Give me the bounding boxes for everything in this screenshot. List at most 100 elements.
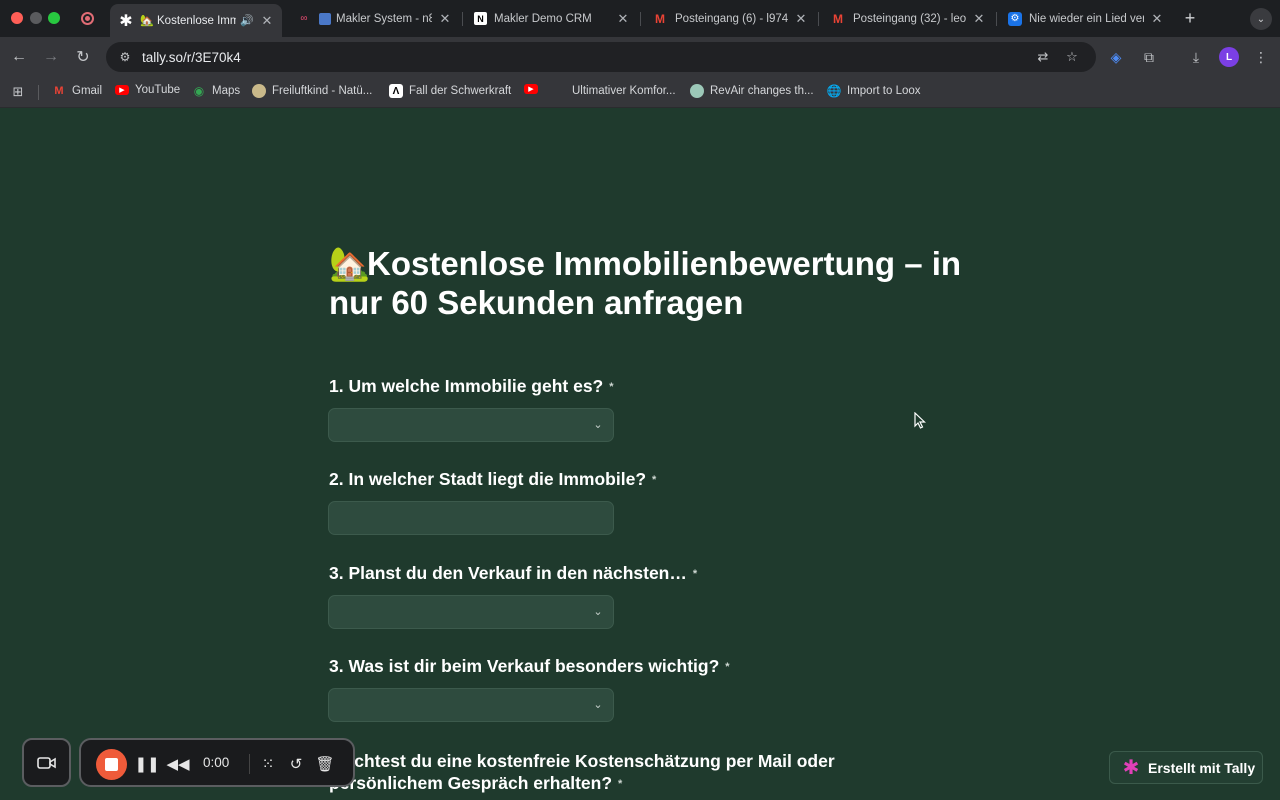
close-tab-icon[interactable]: ✕ [1150, 11, 1164, 27]
blank-icon [552, 84, 566, 98]
tab-kostenlose[interactable]: ✱ 🏡 Kostenlose Imm 🔊 ✕ [110, 4, 282, 37]
bookmark-label: YouTube [135, 84, 181, 96]
close-tab-icon[interactable]: ✕ [794, 11, 808, 27]
bookmark-label: Fall der Schwerkraft [409, 85, 512, 97]
trash-icon[interactable]: 🗑 [315, 754, 335, 774]
extension-icon[interactable]: ◈ [1106, 47, 1126, 67]
gear-icon: ⚙ [1008, 11, 1022, 26]
bookmark-gmail[interactable]: M Gmail [52, 84, 102, 98]
close-tab-icon[interactable]: ✕ [438, 11, 452, 27]
tab-posteingang-6[interactable]: M Posteingang (6) - l974 ✕ [644, 4, 816, 33]
tab-separator [640, 12, 641, 26]
tab-strip: ✱ 🏡 Kostenlose Imm 🔊 ✕ ∞ Makler System -… [0, 0, 1280, 37]
freiluftkind-icon [252, 84, 266, 98]
address-url[interactable]: tally.so/r/3E70k4 [142, 50, 241, 65]
revair-icon [690, 84, 704, 98]
tab-makler-demo-crm[interactable]: N Makler Demo CRM ✕ [466, 4, 638, 33]
speaker-icon[interactable]: 🔊 [240, 14, 254, 27]
recorder-controls: ❚❚ ◀◀ 0:00 ⁙ ↺ 🗑 [79, 738, 355, 787]
bookmark-freiluftkind[interactable]: Freiluftkind - Natü... [252, 84, 372, 98]
minimize-window-button[interactable] [30, 12, 42, 24]
property-type-select[interactable]: ⌄ [328, 408, 614, 442]
chevron-down-icon: ⌄ [593, 418, 603, 431]
required-mark: * [725, 661, 730, 674]
made-with-tally-badge[interactable]: ✱ Erstellt mit Tally [1109, 751, 1263, 784]
maps-icon: ◉ [193, 84, 205, 98]
close-tab-icon[interactable]: ✕ [260, 13, 274, 29]
mouse-cursor-icon [914, 412, 926, 429]
back-arrow-icon[interactable]: ← [9, 47, 29, 67]
tab-search-button[interactable]: ⌄ [1250, 8, 1272, 30]
site-info-icon[interactable]: ⚙ [116, 48, 134, 66]
required-mark: * [652, 474, 657, 487]
bookmark-fall-der-schwerkraft[interactable]: Λ Fall der Schwerkraft [389, 84, 511, 98]
tab-makler-system[interactable]: ∞ Makler System - n8 ✕ [288, 4, 460, 33]
question-1-label: 1. Um welche Immobilie geht es? * [329, 376, 614, 397]
stop-recording-button[interactable] [96, 749, 127, 780]
tab-title: Kostenlose Imm [157, 14, 237, 27]
tab-title: Makler System - n8 [336, 12, 432, 25]
maximize-window-button[interactable] [48, 12, 60, 24]
sale-timeframe-select[interactable]: ⌄ [328, 595, 614, 629]
rewind-icon[interactable]: ◀◀ [166, 754, 189, 774]
close-tab-icon[interactable]: ✕ [972, 11, 986, 27]
youtube-icon: ▶ [524, 84, 538, 94]
sale-priority-select[interactable]: ⌄ [328, 688, 614, 722]
close-window-button[interactable] [11, 12, 23, 24]
profile-avatar[interactable]: L [1219, 47, 1239, 67]
grid-icon[interactable]: ⁙ [258, 754, 278, 774]
youtube-icon: ▶ [115, 85, 129, 95]
bookmark-youtube[interactable]: ▶ YouTube [115, 84, 180, 96]
city-input[interactable] [328, 501, 614, 535]
star-bookmark-icon[interactable]: ☆ [1063, 48, 1081, 66]
n8n-icon: ∞ [300, 13, 308, 24]
notion-icon: N [474, 12, 487, 25]
pause-icon[interactable]: ❚❚ [134, 754, 159, 774]
tab-title: Posteingang (32) - leo [853, 12, 966, 25]
bookmark-ultimativer-komfort[interactable]: Ultimativer Komfor... [552, 84, 676, 98]
reload-icon[interactable]: ↻ [73, 47, 93, 67]
translate-icon[interactable]: ⇄ [1034, 48, 1052, 66]
form-title-text: Kostenlose Immobilienbewertung – in nur … [329, 245, 962, 321]
apps-grid-icon[interactable]: ⊞ [10, 84, 26, 100]
close-tab-icon[interactable]: ✕ [616, 11, 630, 27]
forward-arrow-icon[interactable]: → [41, 47, 61, 67]
question-text: 2. In welcher Stadt liegt die Immobile? [329, 469, 647, 489]
restart-icon[interactable]: ↺ [286, 754, 306, 774]
bookmark-maps[interactable]: ◉ Maps [192, 84, 240, 98]
question-text: 1. Um welche Immobilie geht es? [329, 376, 604, 396]
download-icon[interactable]: ⤓ [1186, 47, 1206, 67]
recording-indicator-icon [81, 12, 94, 25]
new-tab-button[interactable]: + [1181, 8, 1199, 29]
bookmark-youtube-2[interactable]: ▶ [524, 84, 544, 94]
question-text: 3. Was ist dir beim Verkauf besonders wi… [329, 656, 720, 676]
globe-icon: 🌐 [826, 84, 842, 98]
chevron-down-icon: ⌄ [593, 698, 603, 711]
address-bar[interactable]: ⚙ tally.so/r/3E70k4 ⇄ ☆ [106, 42, 1096, 72]
tally-asterisk-icon: ✱ [1122, 757, 1140, 779]
bookmark-import-to-loox[interactable]: 🌐 Import to Loox [827, 84, 921, 98]
form-title: 🏡Kostenlose Immobilienbewertung – in nur… [329, 244, 969, 322]
question-4-label: 3. Was ist dir beim Verkauf besonders wi… [329, 656, 730, 677]
question-3-label: 3. Planst du den Verkauf in den nächsten… [329, 563, 697, 584]
bookmark-label: RevAir changes th... [710, 85, 814, 97]
page-icon [319, 12, 331, 25]
bookmark-label: Ultimativer Komfor... [572, 85, 676, 97]
tab-posteingang-32[interactable]: M Posteingang (32) - leo ✕ [822, 4, 994, 33]
bookmark-revair[interactable]: RevAir changes th... [690, 84, 814, 98]
question-5-label: Möchtest du eine kostenfreie Kostenschät… [329, 750, 949, 795]
chevron-down-icon: ⌄ [593, 605, 603, 618]
badge-label: Erstellt mit Tally [1148, 759, 1256, 776]
menu-dots-icon[interactable]: ⋮ [1251, 47, 1271, 67]
bookmark-label: Gmail [72, 85, 103, 97]
question-2-label: 2. In welcher Stadt liegt die Immobile? * [329, 469, 656, 490]
puzzle-extensions-icon[interactable]: ⧉ [1139, 47, 1159, 67]
tab-separator [818, 12, 819, 26]
tab-nie-wieder[interactable]: ⚙ Nie wieder ein Lied ver ✕ [1000, 4, 1172, 33]
tab-separator [462, 12, 463, 26]
required-mark: * [609, 381, 614, 394]
tab-separator [996, 12, 997, 26]
camera-toggle-button[interactable] [22, 738, 71, 787]
gmail-icon: M [833, 11, 843, 26]
required-mark: * [618, 778, 623, 791]
